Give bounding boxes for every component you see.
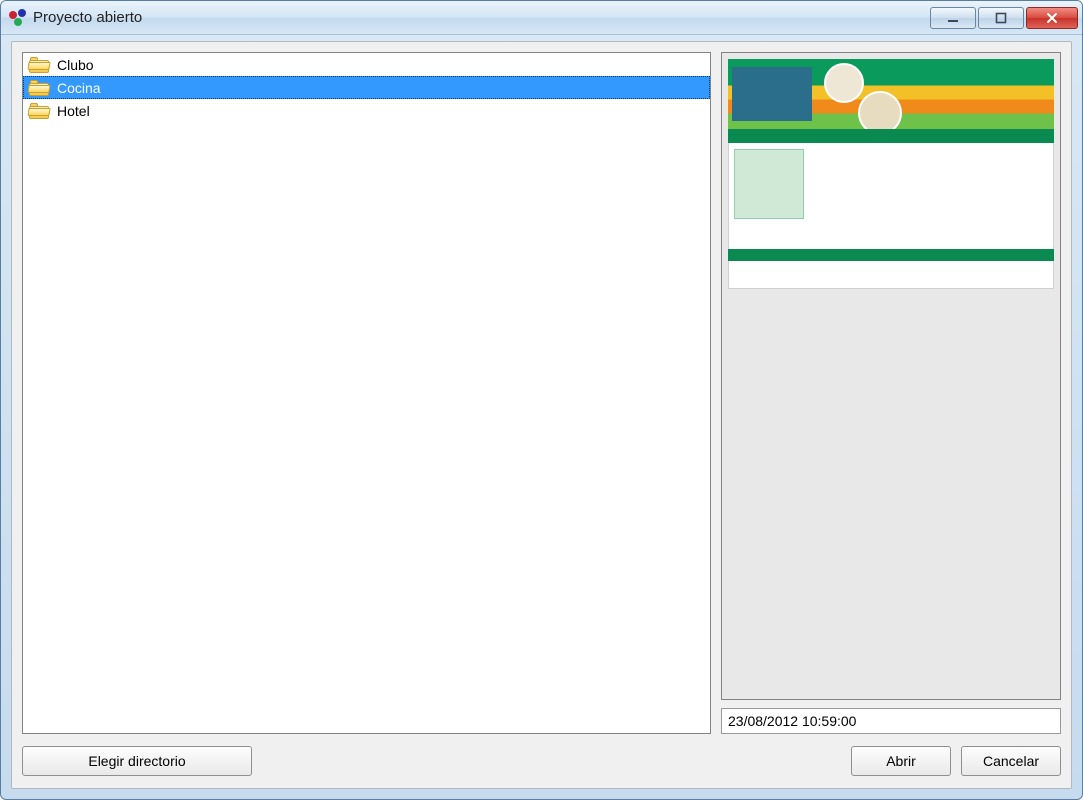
client-area: CluboCocinaHotel 23/0 xyxy=(11,41,1072,789)
window-title: Proyecto abierto xyxy=(33,9,142,26)
list-item-label: Clubo xyxy=(57,57,94,73)
timestamp-field: 23/08/2012 10:59:00 xyxy=(721,708,1061,734)
list-item[interactable]: Cocina xyxy=(23,76,710,99)
close-button[interactable] xyxy=(1026,7,1078,29)
list-item[interactable]: Clubo xyxy=(23,53,710,76)
dialog-window: Proyecto abierto Clubo Cocina Hotel xyxy=(0,0,1083,800)
button-row: Elegir directorio Abrir Cancelar xyxy=(22,744,1061,778)
open-button[interactable]: Abrir xyxy=(851,746,951,776)
minimize-button[interactable] xyxy=(930,7,976,29)
folder-icon xyxy=(29,80,49,96)
app-icon xyxy=(9,9,27,27)
list-item[interactable]: Hotel xyxy=(23,99,710,122)
cancel-button[interactable]: Cancelar xyxy=(961,746,1061,776)
project-list[interactable]: Clubo Cocina Hotel xyxy=(22,52,711,734)
close-icon xyxy=(1046,12,1058,24)
minimize-icon xyxy=(947,12,959,24)
maximize-button[interactable] xyxy=(978,7,1024,29)
list-item-label: Cocina xyxy=(57,80,101,96)
right-column: 23/08/2012 10:59:00 xyxy=(721,52,1061,734)
preview-thumbnail xyxy=(728,59,1054,289)
folder-icon xyxy=(29,103,49,119)
content-row: CluboCocinaHotel 23/0 xyxy=(22,52,1061,734)
preview-frame xyxy=(721,52,1061,700)
folder-icon xyxy=(29,57,49,73)
maximize-icon xyxy=(995,12,1007,24)
choose-directory-button[interactable]: Elegir directorio xyxy=(22,746,252,776)
titlebar[interactable]: Proyecto abierto xyxy=(1,1,1082,35)
list-item-label: Hotel xyxy=(57,103,90,119)
window-controls xyxy=(930,7,1078,29)
